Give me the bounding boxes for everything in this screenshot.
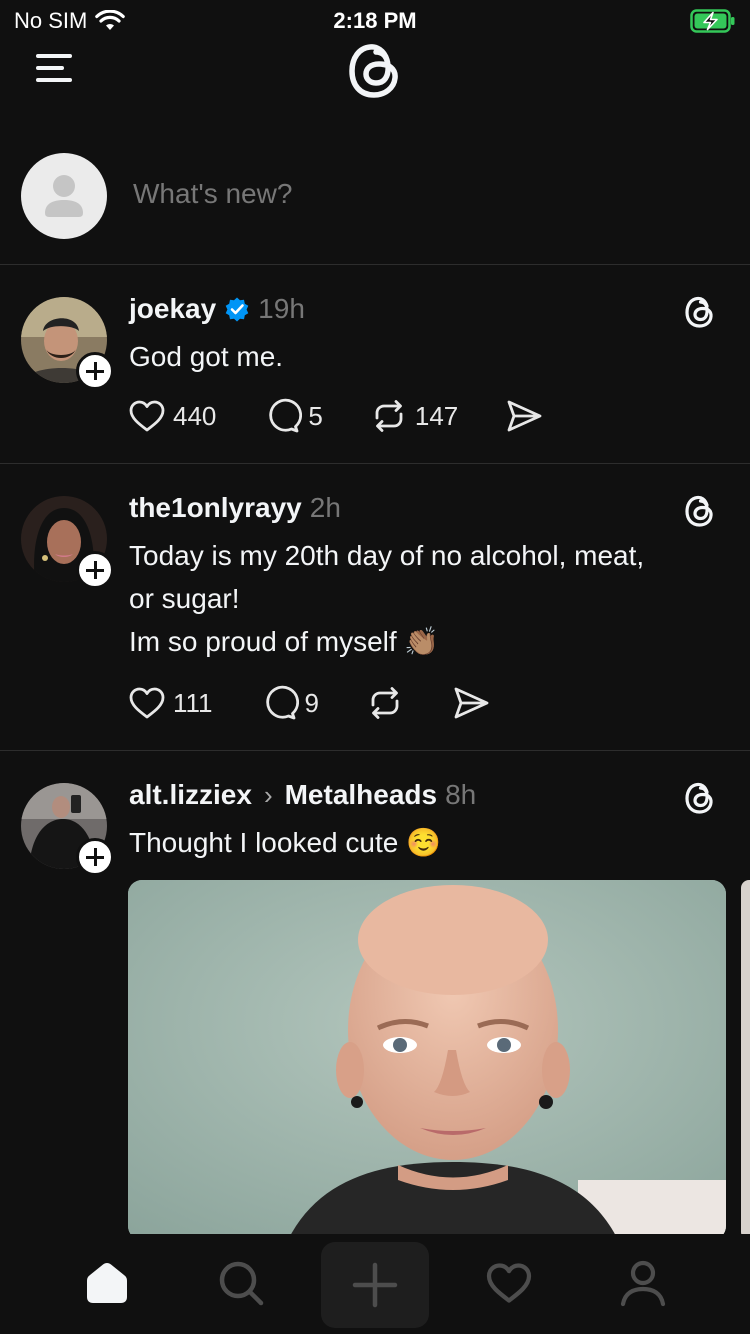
post-header: the1onlyrayy 2h bbox=[129, 492, 341, 524]
threads-feed-screen: No SIM 2:18 PM What's new? joekay 19h Go… bbox=[0, 0, 750, 1334]
post-body: God got me. bbox=[129, 335, 719, 378]
post-actions: 111 9 bbox=[127, 683, 537, 723]
repost-icon bbox=[375, 400, 403, 432]
composer[interactable]: What's new? bbox=[0, 128, 750, 265]
threads-logo-icon[interactable] bbox=[343, 38, 407, 102]
share-button[interactable] bbox=[504, 396, 544, 436]
like-count: 111 bbox=[173, 687, 213, 718]
heart-icon bbox=[486, 1263, 532, 1303]
tab-compose[interactable] bbox=[321, 1242, 429, 1328]
bottom-tab-bar bbox=[0, 1234, 750, 1334]
feed-post[interactable]: joekay 19h God got me. 440 5 147 bbox=[0, 265, 750, 464]
post-header: joekay 19h bbox=[129, 293, 305, 325]
heart-icon bbox=[129, 687, 165, 719]
share-button[interactable] bbox=[451, 683, 491, 723]
post-text-line: Im so proud of myself 👏🏽 bbox=[129, 626, 440, 657]
comment-icon bbox=[269, 398, 303, 433]
status-bar: No SIM 2:18 PM bbox=[0, 0, 750, 40]
send-icon bbox=[454, 687, 489, 719]
tab-activity[interactable] bbox=[474, 1248, 544, 1318]
post-time: 8h bbox=[445, 779, 477, 810]
post-text-line: Thought I looked cute ☺️ bbox=[129, 827, 441, 858]
compose-plus-icon bbox=[352, 1262, 398, 1308]
follow-plus-icon[interactable] bbox=[76, 838, 114, 876]
like-button[interactable]: 440 bbox=[127, 396, 216, 436]
like-count: 440 bbox=[173, 400, 217, 431]
post-header: alt.lizziex › Metalheads 8h bbox=[129, 779, 476, 811]
post-text-line: Today is my 20th day of no alcohol, meat… bbox=[129, 540, 645, 571]
post-body: Thought I looked cute ☺️ bbox=[129, 821, 719, 864]
repost-icon bbox=[371, 687, 399, 719]
post-image[interactable] bbox=[128, 880, 726, 1240]
own-avatar[interactable] bbox=[21, 153, 107, 239]
post-text-line: or sugar! bbox=[129, 583, 240, 614]
reply-button[interactable]: 9 bbox=[259, 683, 319, 723]
username[interactable]: joekay bbox=[129, 293, 216, 325]
chevron-right-icon: › bbox=[263, 779, 273, 810]
post-time: 2h bbox=[309, 492, 341, 523]
heart-icon bbox=[129, 400, 165, 432]
community-name[interactable]: Metalheads bbox=[285, 779, 438, 811]
search-icon bbox=[219, 1261, 264, 1306]
post-text-line: God got me. bbox=[129, 341, 284, 372]
post-body: Today is my 20th day of no alcohol, meat… bbox=[129, 534, 719, 663]
profile-icon bbox=[620, 1260, 666, 1307]
home-icon bbox=[87, 1263, 127, 1303]
menu-icon[interactable] bbox=[34, 52, 74, 84]
default-avatar-icon bbox=[45, 175, 83, 217]
threads-icon[interactable] bbox=[682, 294, 718, 330]
comment-icon bbox=[265, 685, 299, 720]
repost-button[interactable]: 147 bbox=[369, 396, 458, 436]
threads-icon[interactable] bbox=[682, 780, 718, 816]
post-actions: 440 5 147 bbox=[127, 396, 590, 436]
send-icon bbox=[507, 400, 542, 432]
next-image-preview[interactable] bbox=[741, 880, 750, 1240]
post-photo bbox=[128, 880, 726, 1240]
reply-count: 5 bbox=[308, 400, 323, 431]
username[interactable]: the1onlyrayy bbox=[129, 492, 302, 524]
follow-plus-icon[interactable] bbox=[76, 352, 114, 390]
repost-button[interactable] bbox=[365, 683, 405, 723]
reply-button[interactable]: 5 bbox=[262, 396, 323, 436]
threads-icon[interactable] bbox=[682, 493, 718, 529]
repost-count: 147 bbox=[414, 400, 459, 431]
like-button[interactable]: 111 bbox=[127, 683, 213, 723]
reply-count: 9 bbox=[304, 687, 319, 718]
username[interactable]: alt.lizziex bbox=[129, 779, 252, 811]
status-time: 2:18 PM bbox=[333, 8, 417, 33]
follow-plus-icon[interactable] bbox=[76, 551, 114, 589]
battery-charging-icon bbox=[690, 9, 735, 33]
feed-post[interactable]: the1onlyrayy 2h Today is my 20th day of … bbox=[0, 464, 750, 751]
tab-home[interactable] bbox=[72, 1248, 142, 1318]
tab-search[interactable] bbox=[206, 1248, 276, 1318]
tab-profile[interactable] bbox=[608, 1248, 678, 1318]
post-time: 19h bbox=[258, 293, 305, 324]
whats-new-input[interactable]: What's new? bbox=[133, 178, 292, 210]
verified-badge-icon bbox=[225, 297, 249, 322]
